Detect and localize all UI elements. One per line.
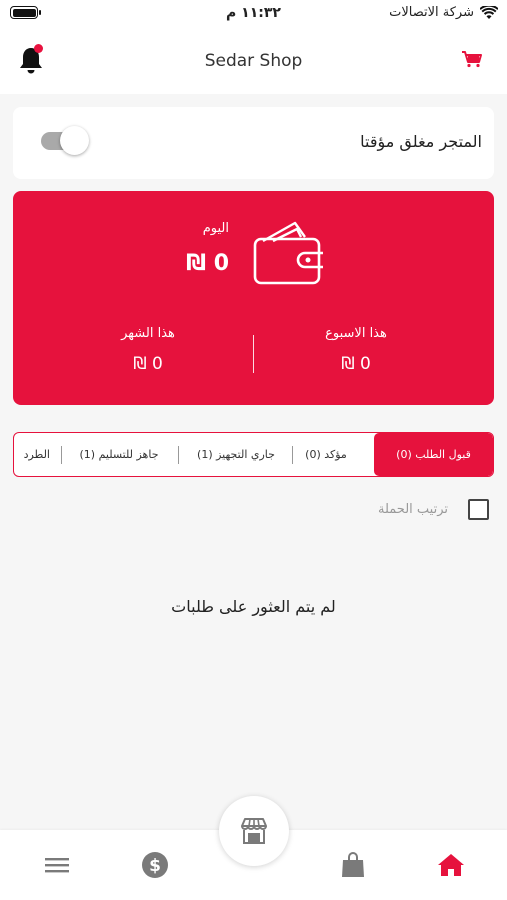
menu-icon[interactable] <box>43 851 71 879</box>
tab-separator <box>61 446 62 464</box>
store-status-label: المتجر مغلق مؤقتا <box>360 132 482 151</box>
week-label: هذا الاسبوع <box>325 326 387 341</box>
wifi-icon <box>480 5 498 19</box>
svg-text:$: $ <box>149 856 161 876</box>
tab-parcel[interactable]: الطرد <box>14 433 50 476</box>
tab-separator <box>292 446 293 464</box>
sort-campaign-row: ترتيب الحملة <box>378 497 489 521</box>
shopping-bag-icon[interactable] <box>339 851 367 879</box>
tab-accept-order[interactable]: قبول الطلب (0) <box>374 433 493 476</box>
tab-preparing[interactable]: جاري التجهيز (1) <box>193 433 279 476</box>
toggle-knob <box>60 126 89 155</box>
wallet-icon <box>253 221 323 285</box>
tab-confirmed[interactable]: مؤكد (0) <box>296 433 356 476</box>
status-bar: ١١:٣٢ م شركة الاتصالات <box>0 0 507 30</box>
app-title: Sedar Shop <box>204 51 303 71</box>
cart-icon[interactable] <box>461 50 483 68</box>
status-carrier: شركة الاتصالات <box>389 5 498 20</box>
home-icon[interactable] <box>437 851 465 879</box>
week-value: 0 ₪ <box>341 354 371 374</box>
app-header: Sedar Shop <box>0 30 507 94</box>
store-status-toggle[interactable] <box>41 126 89 155</box>
today-value: 0 ₪ <box>186 251 229 276</box>
empty-orders-message: لم يتم العثور على طلبات <box>171 597 336 616</box>
sort-campaign-checkbox[interactable] <box>468 498 489 520</box>
earnings-divider <box>253 335 254 373</box>
today-label: اليوم <box>202 221 229 236</box>
carrier-label: شركة الاتصالات <box>389 5 474 20</box>
dollar-icon[interactable]: $ <box>141 851 169 879</box>
sort-campaign-label: ترتيب الحملة <box>378 501 448 517</box>
month-label: هذا الشهر <box>121 326 175 341</box>
store-fab-button[interactable] <box>219 796 289 866</box>
month-value: 0 ₪ <box>133 354 163 374</box>
store-icon <box>241 818 267 844</box>
tab-separator <box>178 446 179 464</box>
store-status-card: المتجر مغلق مؤقتا <box>13 107 494 179</box>
earnings-card: اليوم 0 ₪ هذا الاسبوع 0 ₪ هذا الشهر 0 ₪ <box>13 191 494 405</box>
order-status-tabs: قبول الطلب (0) مؤكد (0) جاري التجهيز (1)… <box>13 432 494 477</box>
tab-ready-for-delivery[interactable]: جاهز للتسليم (1) <box>75 433 163 476</box>
